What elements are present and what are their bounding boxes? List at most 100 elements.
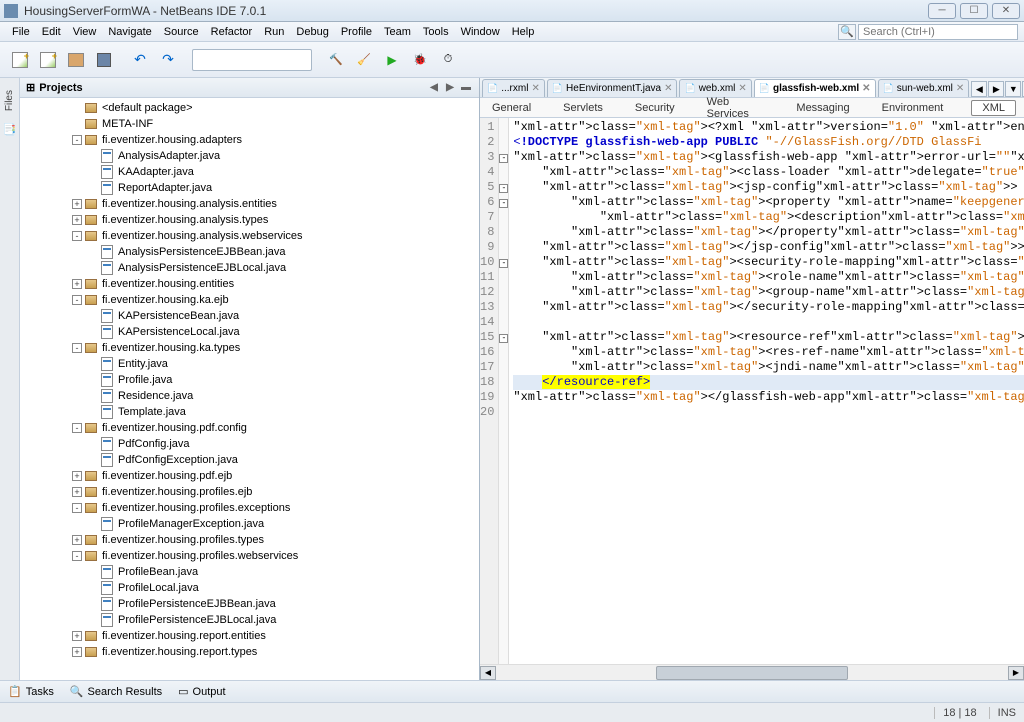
package-node[interactable]: +fi.eventizer.housing.report.entities: [20, 628, 479, 644]
undo-button[interactable]: ↶: [128, 48, 152, 72]
close-button[interactable]: ✕: [992, 3, 1020, 19]
tab-close-icon[interactable]: ✕: [956, 83, 964, 94]
code-content[interactable]: "xml-attr">class="xml-tag"><?xml "xml-at…: [509, 118, 1024, 664]
package-node[interactable]: -fi.eventizer.housing.profiles.exception…: [20, 500, 479, 516]
file-node[interactable]: Entity.java: [20, 356, 479, 372]
menu-help[interactable]: Help: [506, 24, 541, 40]
package-node[interactable]: +fi.eventizer.housing.analysis.entities: [20, 196, 479, 212]
new-project-button[interactable]: [36, 48, 60, 72]
editor-tab[interactable]: 📄HeEnvironmentT.java✕: [547, 79, 678, 97]
scroll-left-button[interactable]: ◀: [480, 666, 496, 680]
tree-toggle[interactable]: -: [72, 503, 82, 513]
scroll-right-button[interactable]: ▶: [1008, 666, 1024, 680]
projects-scroll-right[interactable]: ▶: [443, 81, 457, 95]
editor-tab[interactable]: 📄glassfish-web.xml✕: [754, 79, 876, 97]
package-node[interactable]: -fi.eventizer.housing.pdf.config: [20, 420, 479, 436]
package-node[interactable]: +fi.eventizer.housing.entities: [20, 276, 479, 292]
file-node[interactable]: PdfConfigException.java: [20, 452, 479, 468]
editor-subtab[interactable]: Messaging: [792, 100, 853, 116]
file-node[interactable]: AnalysisPersistenceEJBLocal.java: [20, 260, 479, 276]
tree-toggle[interactable]: +: [72, 487, 82, 497]
sidebar-services-icon[interactable]: 📑: [3, 123, 17, 136]
tree-toggle[interactable]: -: [72, 423, 82, 433]
code-area[interactable]: 1234567891011121314151617181920 - -- - -…: [480, 118, 1024, 664]
package-node[interactable]: <default package>: [20, 100, 479, 116]
package-node[interactable]: -fi.eventizer.housing.ka.types: [20, 340, 479, 356]
editor-subtab[interactable]: Security: [631, 100, 679, 116]
projects-minimize[interactable]: ▬: [459, 81, 473, 95]
tab-close-icon[interactable]: ✕: [531, 83, 539, 94]
tree-toggle[interactable]: -: [72, 135, 82, 145]
menu-navigate[interactable]: Navigate: [102, 24, 157, 40]
package-node[interactable]: +fi.eventizer.housing.analysis.types: [20, 212, 479, 228]
file-node[interactable]: KAAdapter.java: [20, 164, 479, 180]
menu-refactor[interactable]: Refactor: [205, 24, 259, 40]
debug-button[interactable]: 🐞: [408, 48, 432, 72]
package-node[interactable]: +fi.eventizer.housing.report.types: [20, 644, 479, 660]
tab-close-icon[interactable]: ✕: [664, 83, 672, 94]
clean-build-button[interactable]: 🧹: [352, 48, 376, 72]
menu-file[interactable]: File: [6, 24, 36, 40]
file-node[interactable]: AnalysisAdapter.java: [20, 148, 479, 164]
editor-subtab[interactable]: XML: [971, 100, 1016, 116]
search-input[interactable]: [858, 24, 1018, 40]
minimize-button[interactable]: ─: [928, 3, 956, 19]
menu-debug[interactable]: Debug: [290, 24, 334, 40]
tree-toggle[interactable]: +: [72, 199, 82, 209]
tab-nav-left[interactable]: ◀: [971, 81, 987, 97]
tree-toggle[interactable]: -: [72, 231, 82, 241]
profile-button[interactable]: ⏱: [436, 48, 460, 72]
menu-edit[interactable]: Edit: [36, 24, 67, 40]
tab-close-icon[interactable]: ✕: [738, 83, 746, 94]
file-node[interactable]: Profile.java: [20, 372, 479, 388]
menu-run[interactable]: Run: [258, 24, 290, 40]
output-tab[interactable]: ▭Output: [178, 685, 225, 698]
package-node[interactable]: +fi.eventizer.housing.profiles.ejb: [20, 484, 479, 500]
file-node[interactable]: ReportAdapter.java: [20, 180, 479, 196]
package-node[interactable]: -fi.eventizer.housing.ka.ejb: [20, 292, 479, 308]
tree-toggle[interactable]: -: [72, 295, 82, 305]
tab-nav-right[interactable]: ▶: [988, 81, 1004, 97]
file-node[interactable]: KAPersistenceLocal.java: [20, 324, 479, 340]
editor-subtab[interactable]: General: [488, 100, 535, 116]
file-node[interactable]: ProfileLocal.java: [20, 580, 479, 596]
save-all-button[interactable]: [92, 48, 116, 72]
file-node[interactable]: AnalysisPersistenceEJBBean.java: [20, 244, 479, 260]
tree-toggle[interactable]: +: [72, 647, 82, 657]
open-button[interactable]: [64, 48, 88, 72]
maximize-button[interactable]: ☐: [960, 3, 988, 19]
tree-toggle[interactable]: +: [72, 535, 82, 545]
package-node[interactable]: -fi.eventizer.housing.profiles.webservic…: [20, 548, 479, 564]
file-node[interactable]: PdfConfig.java: [20, 436, 479, 452]
editor-tab[interactable]: 📄sun-web.xml✕: [878, 79, 970, 97]
package-node[interactable]: +fi.eventizer.housing.pdf.ejb: [20, 468, 479, 484]
file-node[interactable]: Residence.java: [20, 388, 479, 404]
tree-toggle[interactable]: -: [72, 551, 82, 561]
search-results-tab[interactable]: 🔍Search Results: [70, 685, 162, 698]
file-node[interactable]: Template.java: [20, 404, 479, 420]
fold-gutter[interactable]: - -- - -: [499, 118, 509, 664]
tree-toggle[interactable]: +: [72, 631, 82, 641]
scroll-thumb[interactable]: [656, 666, 848, 680]
package-node[interactable]: -fi.eventizer.housing.analysis.webservic…: [20, 228, 479, 244]
tree-toggle[interactable]: +: [72, 215, 82, 225]
tree-toggle[interactable]: +: [72, 471, 82, 481]
build-button[interactable]: 🔨: [324, 48, 348, 72]
menu-view[interactable]: View: [67, 24, 103, 40]
file-node[interactable]: KAPersistenceBean.java: [20, 308, 479, 324]
package-node[interactable]: -fi.eventizer.housing.adapters: [20, 132, 479, 148]
projects-tree[interactable]: <default package>META-INF-fi.eventizer.h…: [20, 98, 479, 680]
file-node[interactable]: ProfileBean.java: [20, 564, 479, 580]
menu-source[interactable]: Source: [158, 24, 205, 40]
menu-tools[interactable]: Tools: [417, 24, 455, 40]
search-icon[interactable]: 🔍: [838, 24, 856, 40]
sidebar-tab-files[interactable]: Files: [2, 82, 17, 119]
run-button[interactable]: ▶: [380, 48, 404, 72]
editor-subtab[interactable]: Servlets: [559, 100, 607, 116]
horizontal-scrollbar[interactable]: ◀ ▶: [480, 664, 1024, 680]
editor-subtab[interactable]: Environment: [878, 100, 948, 116]
file-node[interactable]: ProfileManagerException.java: [20, 516, 479, 532]
menu-window[interactable]: Window: [455, 24, 506, 40]
file-node[interactable]: ProfilePersistenceEJBLocal.java: [20, 612, 479, 628]
tab-nav-list[interactable]: ▼: [1005, 81, 1021, 97]
